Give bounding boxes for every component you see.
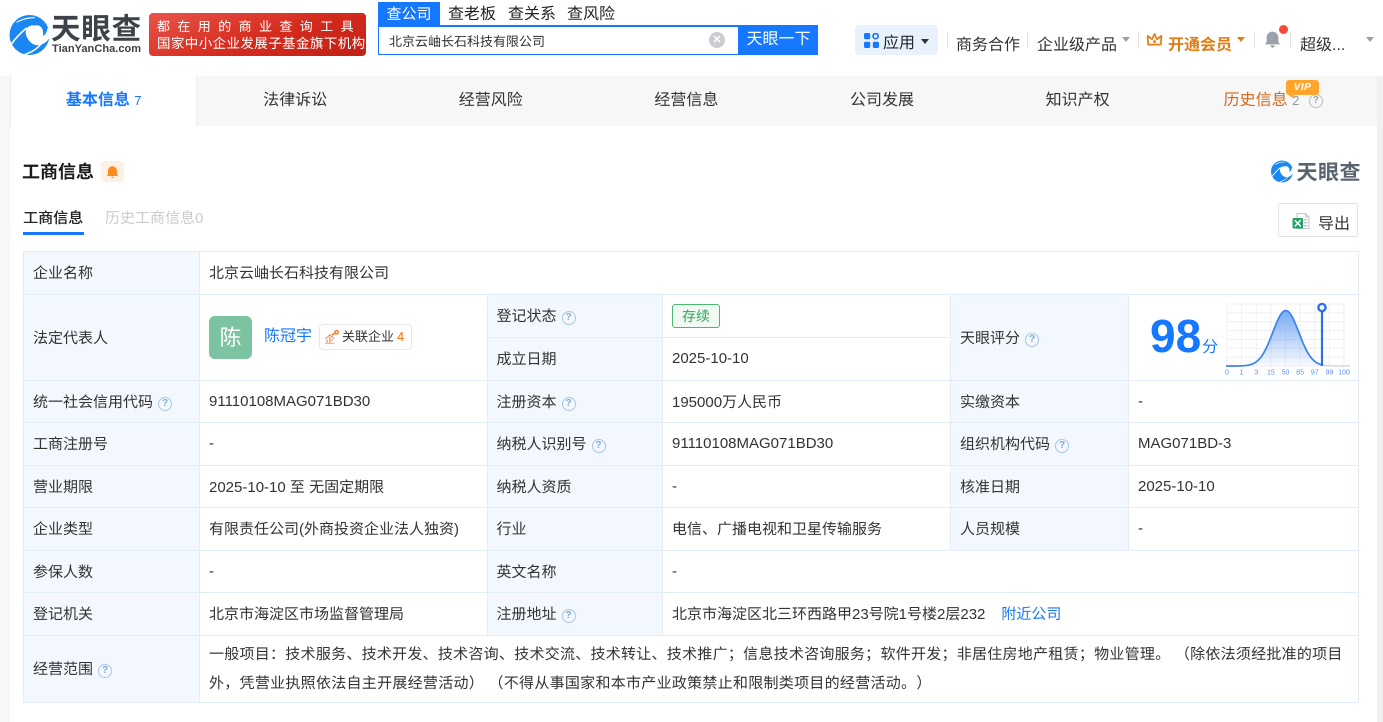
svg-text:3: 3: [1254, 369, 1258, 376]
svg-text:99: 99: [1325, 369, 1333, 376]
svg-text:50: 50: [1281, 369, 1289, 376]
svg-text:1: 1: [1239, 369, 1243, 376]
svg-text:15: 15: [1266, 369, 1274, 376]
svg-text:100: 100: [1338, 369, 1350, 376]
svg-text:0: 0: [1225, 369, 1229, 376]
svg-text:天眼查: 天眼查: [1297, 160, 1362, 183]
svg-text:97: 97: [1310, 369, 1318, 376]
svg-text:85: 85: [1296, 369, 1304, 376]
